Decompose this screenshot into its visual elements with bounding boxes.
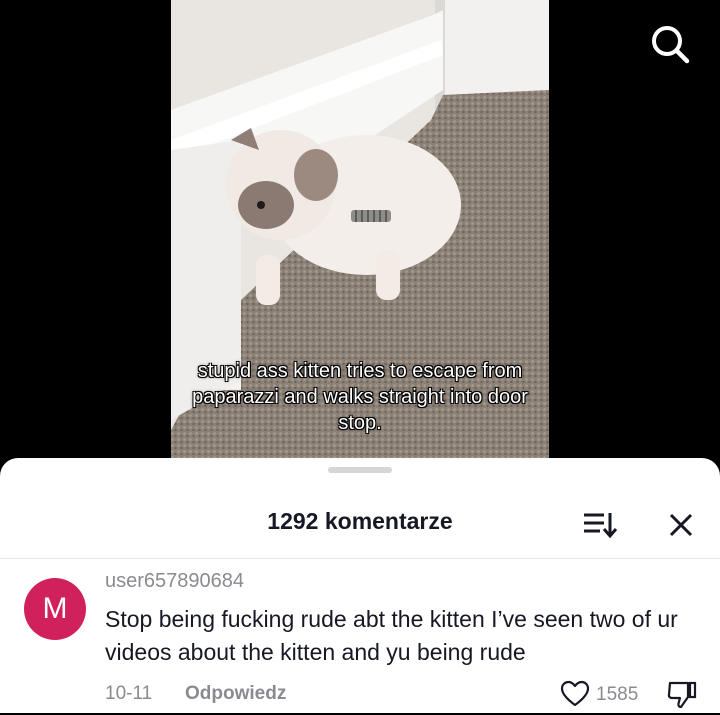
sort-button[interactable] [582, 510, 618, 540]
video-caption: stupid ass kitten tries to escape from p… [192, 360, 528, 434]
close-icon [669, 513, 693, 537]
avatar[interactable]: M [24, 578, 86, 640]
comment-text: Stop being fucking rude abt the kitten I… [105, 606, 678, 665]
reply-button[interactable]: Odpowiedz [185, 683, 286, 705]
sort-icon [584, 513, 618, 539]
search-icon [652, 26, 690, 64]
close-button[interactable] [666, 510, 696, 540]
like-count: 1585 [596, 684, 639, 705]
search-button[interactable] [648, 22, 692, 66]
video-player[interactable]: stupid ass kitten tries to escape from p… [0, 0, 720, 470]
drag-handle[interactable] [328, 467, 392, 473]
dislike-button[interactable] [666, 680, 698, 710]
comment-username[interactable]: user657890684 [105, 570, 244, 593]
thumbs-down-icon [667, 681, 697, 709]
comment-date: 10-11 [105, 683, 153, 704]
header-divider [0, 558, 720, 559]
like-button[interactable] [560, 680, 590, 708]
heart-icon [560, 680, 590, 707]
